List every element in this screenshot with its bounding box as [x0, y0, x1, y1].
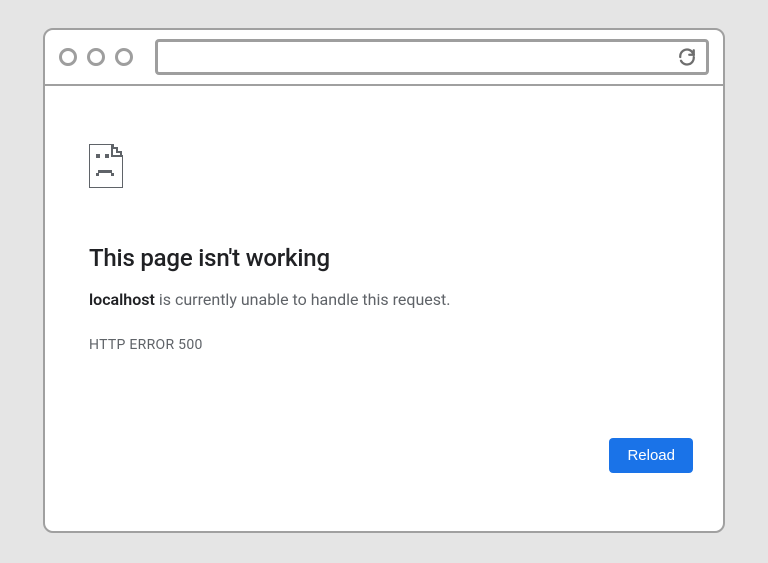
- reload-icon[interactable]: [678, 48, 696, 66]
- browser-window: This page isn't working localhost is cur…: [43, 28, 725, 533]
- error-message: localhost is currently unable to handle …: [89, 290, 679, 309]
- reload-button[interactable]: Reload: [609, 438, 693, 473]
- window-minimize-dot[interactable]: [87, 48, 105, 66]
- address-bar[interactable]: [155, 39, 709, 75]
- window-maximize-dot[interactable]: [115, 48, 133, 66]
- error-title: This page isn't working: [89, 244, 679, 272]
- error-message-suffix: is currently unable to handle this reque…: [155, 290, 451, 309]
- window-close-dot[interactable]: [59, 48, 77, 66]
- error-page-content: This page isn't working localhost is cur…: [45, 86, 723, 531]
- error-code: HTTP ERROR 500: [89, 337, 679, 353]
- error-host: localhost: [89, 290, 155, 309]
- sad-page-icon: [89, 144, 123, 188]
- window-controls: [59, 48, 133, 66]
- browser-toolbar: [45, 30, 723, 86]
